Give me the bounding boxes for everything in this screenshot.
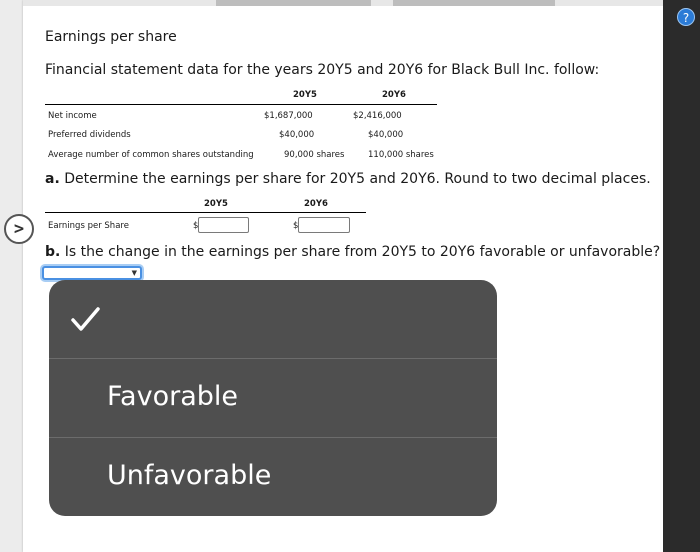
question-b-label: b. [45, 244, 61, 260]
row-label-shares-outstanding: Average number of common shares outstand… [48, 150, 254, 160]
top-toolbar [23, 0, 663, 6]
column-header-20y5: 20Y5 [293, 90, 317, 100]
menu-option-favorable[interactable]: Favorable [49, 359, 497, 437]
menu-option-label: Unfavorable [107, 460, 272, 491]
menu-option-blank[interactable] [49, 280, 497, 358]
menu-option-unfavorable[interactable]: Unfavorable [49, 438, 497, 516]
dropdown-menu: Favorable Unfavorable [49, 280, 497, 516]
question-a: a. Determine the earnings per share for … [45, 171, 651, 187]
toolbar-tab[interactable] [216, 0, 371, 6]
net-income-20y5: $1,687,000 [264, 111, 313, 121]
answer-header-20y5: 20Y5 [204, 199, 228, 209]
preferred-dividends-20y5: $40,000 [279, 130, 315, 140]
problem-title: Earnings per share [45, 29, 177, 45]
chevron-right-circle-icon[interactable]: > [4, 214, 34, 244]
question-a-text: Determine the earnings per share for 20Y… [59, 171, 651, 187]
row-label-preferred-dividends: Preferred dividends [48, 130, 131, 140]
net-income-20y6: $2,416,000 [353, 111, 402, 121]
left-margin [0, 0, 23, 552]
eps-20y5-input[interactable] [198, 217, 249, 233]
shares-outstanding-20y5: 90,000 shares [284, 150, 345, 160]
chevron-down-icon: ▼ [131, 269, 137, 277]
question-b: b. Is the change in the earnings per sha… [45, 244, 660, 260]
checkmark-icon [71, 307, 100, 331]
question-a-label: a. [45, 171, 60, 187]
toolbar-tab[interactable] [393, 0, 555, 6]
answer-table-rule [45, 212, 366, 213]
earnings-per-share-label: Earnings per Share [48, 221, 129, 231]
question-b-text: Is the change in the earnings per share … [60, 244, 661, 260]
shares-outstanding-20y6: 110,000 shares [368, 150, 434, 160]
favorability-select[interactable]: ▼ [42, 266, 142, 280]
preferred-dividends-20y6: $40,000 [368, 130, 404, 140]
column-header-20y6: 20Y6 [382, 90, 406, 100]
eps-20y6-input[interactable] [298, 217, 350, 233]
problem-intro: Financial statement data for the years 2… [45, 62, 600, 78]
row-label-net-income: Net income [48, 111, 97, 121]
table-rule [45, 104, 437, 105]
help-icon[interactable]: ? [677, 8, 695, 26]
menu-option-label: Favorable [107, 381, 238, 412]
right-sidebar [663, 0, 700, 552]
answer-header-20y6: 20Y6 [304, 199, 328, 209]
